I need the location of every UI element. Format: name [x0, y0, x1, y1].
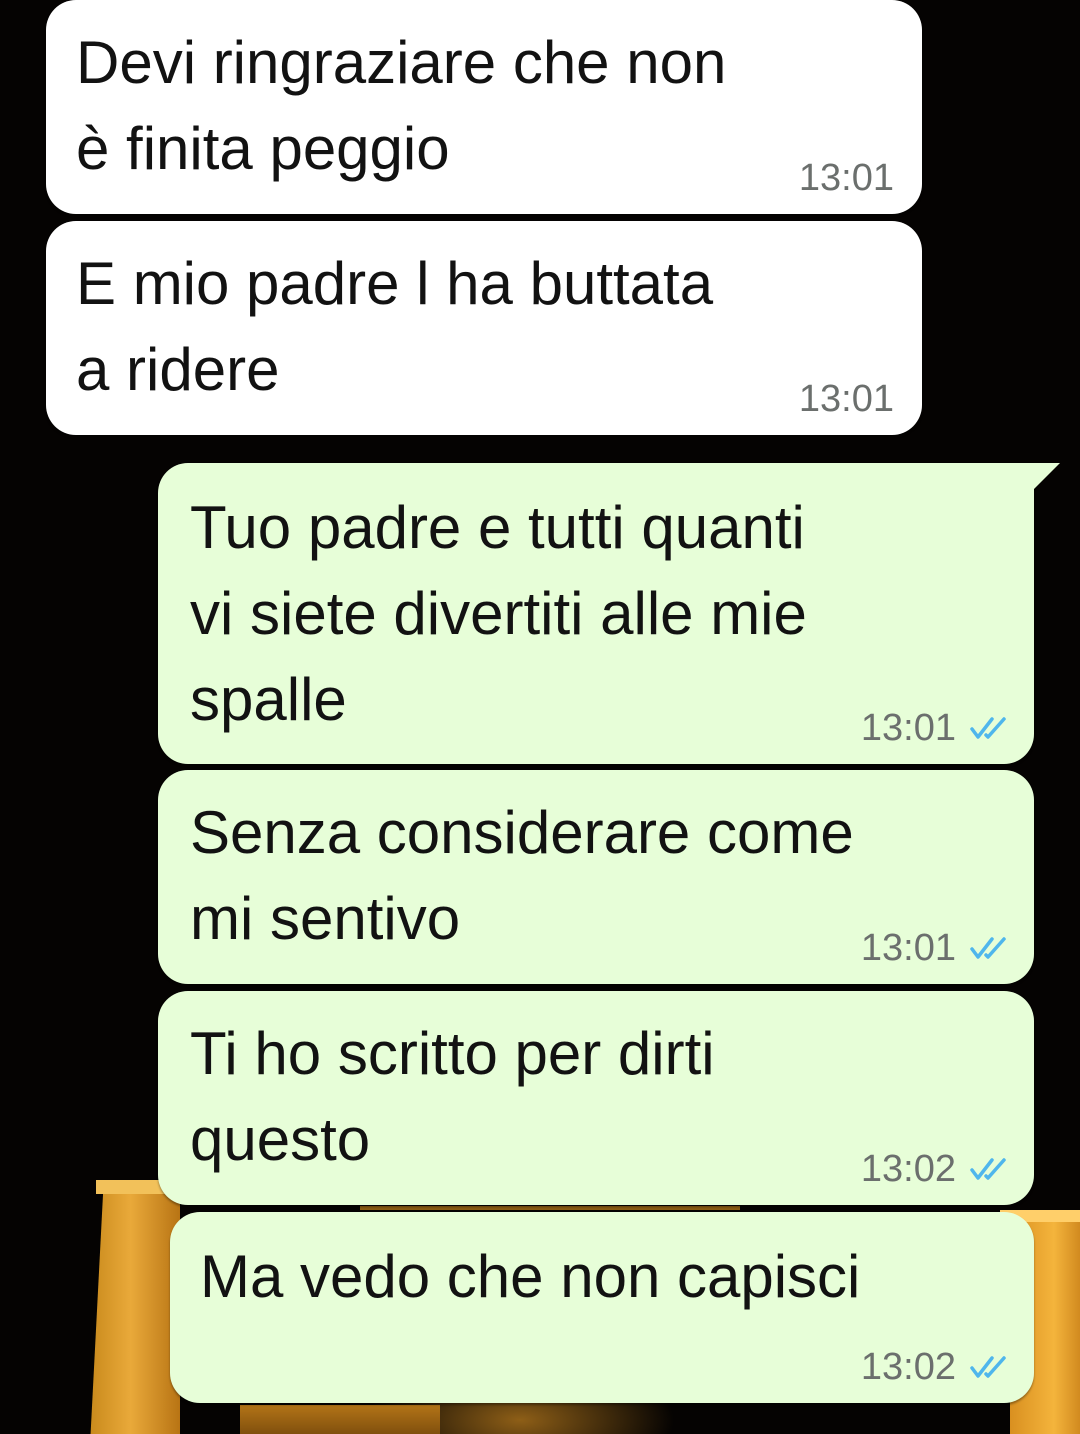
message-meta: 13:01 [799, 156, 894, 200]
message-time: 13:01 [798, 378, 894, 420]
message-bubble-incoming[interactable]: E mio padre l ha buttata a ridere 13:01 [46, 221, 922, 435]
message-time: 13:02 [860, 1346, 956, 1388]
message-meta: 13:02 [861, 1345, 1010, 1389]
message-time: 13:02 [860, 1148, 956, 1190]
double-check-icon [970, 1158, 1006, 1180]
message-text: Devi ringraziare che non è finita peggio [76, 29, 727, 182]
message-text: Senza considerare come mi sentivo [190, 799, 854, 952]
double-check-icon [970, 937, 1006, 959]
message-text: Ti ho scritto per dirti questo [190, 1020, 715, 1173]
message-meta: 13:01 [799, 377, 894, 421]
message-text: E mio padre l ha buttata a ridere [76, 250, 714, 403]
message-time: 13:01 [798, 157, 894, 199]
wallpaper-horizon-glow [360, 1206, 740, 1210]
message-bubble-outgoing[interactable]: Ti ho scritto per dirti questo 13:02 [158, 991, 1034, 1205]
message-bubble-incoming[interactable]: Devi ringraziare che non è finita peggio… [46, 0, 922, 214]
wallpaper-temple-base [240, 1405, 440, 1434]
message-meta: 13:01 [861, 706, 1010, 750]
message-meta: 13:01 [861, 926, 1010, 970]
message-bubble-outgoing[interactable]: Ma vedo che non capisci 13:02 [170, 1212, 1034, 1403]
message-text: Ma vedo che non capisci [200, 1243, 861, 1310]
message-text: Tuo padre e tutti quanti vi siete divert… [190, 494, 807, 733]
message-bubble-outgoing[interactable]: Tuo padre e tutti quanti vi siete divert… [158, 463, 1060, 764]
message-meta: 13:02 [861, 1147, 1010, 1191]
double-check-icon [970, 717, 1006, 739]
double-check-icon [970, 1356, 1006, 1378]
wallpaper-temple-left [90, 1185, 180, 1434]
message-time: 13:01 [860, 927, 956, 969]
message-time: 13:01 [860, 707, 956, 749]
message-bubble-outgoing[interactable]: Senza considerare come mi sentivo 13:01 [158, 770, 1034, 984]
